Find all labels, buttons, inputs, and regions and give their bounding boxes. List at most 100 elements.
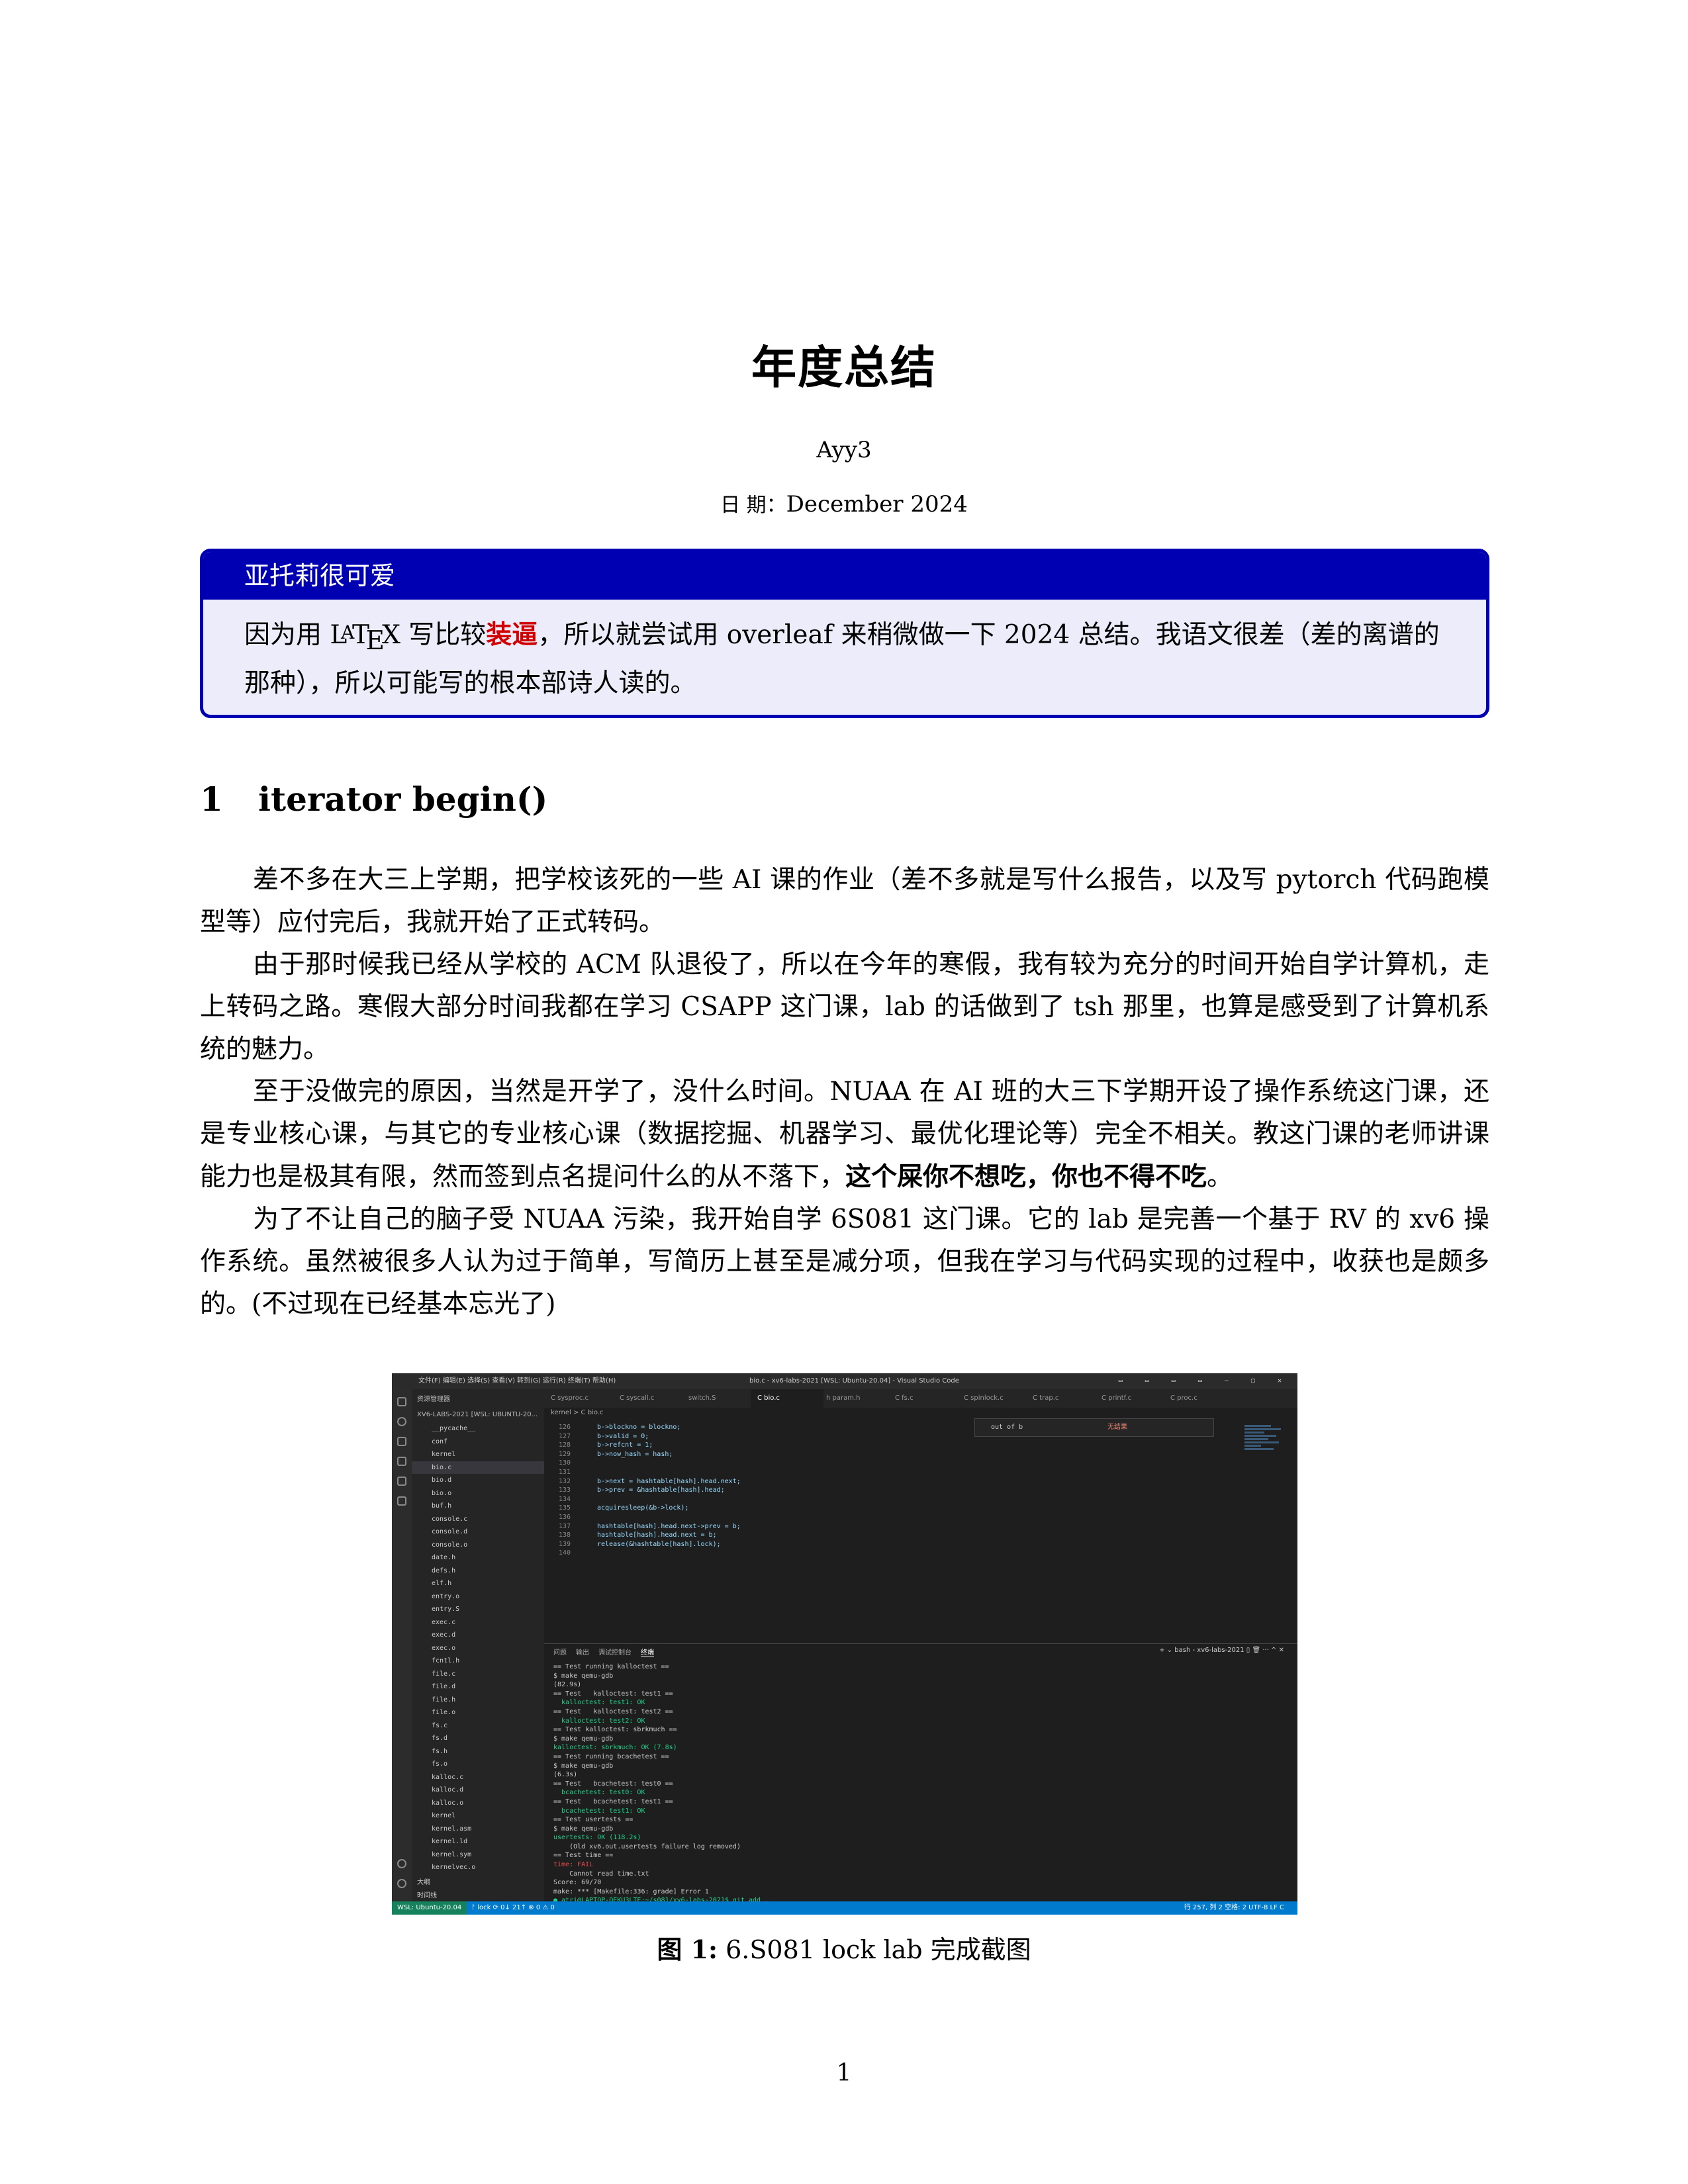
file-item[interactable]: console.o	[412, 1539, 544, 1552]
latex-logo: LATEX	[330, 620, 400, 656]
file-item[interactable]: file.h	[412, 1694, 544, 1707]
line-number: 132	[558, 1477, 571, 1485]
paragraph-3: 至于没做完的原因，当然是开学了，没什么时间。NUAA 在 AI 班的大三下学期开…	[200, 1071, 1489, 1199]
callout-text-mid: 写比较	[400, 620, 487, 651]
file-item[interactable]: exec.c	[412, 1616, 544, 1629]
terminal-line: usertests: OK (118.2s)	[553, 1834, 641, 1842]
terminal-line: kalloctest: test1: OK	[553, 1699, 645, 1707]
section-number: 1	[200, 780, 223, 819]
line-number: 139	[558, 1540, 571, 1548]
callout-text-before: 因为用	[244, 620, 330, 651]
callout-body: 因为用 LATEX 写比较装逼，所以就尝试用 overleaf 来稍微做一下 2…	[203, 600, 1486, 705]
file-item[interactable]: entry.o	[412, 1590, 544, 1604]
code-line: b->now_hash = hash;	[597, 1450, 673, 1458]
file-item[interactable]: bio.d	[412, 1474, 544, 1487]
file-item[interactable]: buf.h	[412, 1500, 544, 1513]
file-item[interactable]: kernelvec.o	[412, 1861, 544, 1874]
file-item[interactable]: kernel	[412, 1809, 544, 1823]
terminal-line: == Test kalloctest: test1 ==	[553, 1690, 673, 1698]
editor-tab[interactable]: C syscall.c	[613, 1389, 686, 1408]
figure-caption-text: 6.S081 lock lab 完成截图	[718, 1935, 1031, 1964]
file-item[interactable]: __pycache__	[412, 1422, 544, 1435]
terminal-line: == Test running kalloctest ==	[553, 1663, 669, 1670]
terminal-line: (6.3s)	[553, 1771, 578, 1779]
code-editor: 126 b->blockno = blockno; 127 b->valid = 0;…	[544, 1418, 1297, 1643]
paragraph-2: 由于那时候我已经从学校的 ACM 队退役了，所以在今年的寒假，我有较为充分的时间…	[200, 950, 1489, 1064]
file-item[interactable]: fs.d	[412, 1732, 544, 1745]
terminal-line: == Test kalloctest: test2 ==	[553, 1707, 673, 1715]
file-item[interactable]: kernel	[412, 1448, 544, 1461]
file-item[interactable]: console.d	[412, 1525, 544, 1539]
timeline-section: 时间线	[417, 1892, 437, 1899]
line-number: 140	[558, 1549, 571, 1557]
date-line: 日 期：December 2024	[0, 488, 1688, 518]
file-item[interactable]: bio.c	[412, 1461, 544, 1474]
file-item[interactable]: date.h	[412, 1551, 544, 1565]
file-item[interactable]: kalloc.c	[412, 1771, 544, 1784]
line-number: 127	[558, 1432, 571, 1440]
file-item[interactable]: fs.h	[412, 1745, 544, 1758]
file-item[interactable]: exec.o	[412, 1642, 544, 1655]
terminal-line: make: *** [Makefile:336: grade] Error 1	[553, 1888, 709, 1895]
terminal-line: == Test bcachetest: test0 ==	[553, 1780, 673, 1788]
remote-explorer-icon	[397, 1496, 406, 1506]
line-number: 136	[558, 1514, 571, 1521]
file-item[interactable]: kalloc.o	[412, 1797, 544, 1810]
editor-tab[interactable]: C printf.c	[1095, 1389, 1168, 1408]
terminal-line: kalloctest: sbrkmuch: OK (7.8s)	[553, 1744, 677, 1752]
code-line: b->refcnt = 1;	[597, 1441, 653, 1449]
file-item[interactable]: kalloc.d	[412, 1784, 544, 1797]
editor-tab[interactable]: C proc.c	[1164, 1389, 1237, 1408]
document-title: 年度总结	[751, 341, 937, 394]
callout-heading: 亚托莉很可爱	[203, 552, 1486, 600]
file-explorer: 资源管理器 XV6-LABS-2021 [WSL: UBUNTU-20... _…	[412, 1389, 544, 1901]
activity-bar	[392, 1389, 412, 1901]
line-number: 133	[558, 1486, 571, 1494]
author: Ayy3	[816, 437, 872, 463]
file-item[interactable]: fs.o	[412, 1758, 544, 1771]
terminal-line: bcachetest: test0: OK	[553, 1789, 645, 1797]
file-item[interactable]: file.c	[412, 1668, 544, 1681]
editor-tab[interactable]: switch.S	[682, 1389, 755, 1408]
file-item[interactable]: file.o	[412, 1706, 544, 1719]
editor-tab[interactable]: h param.h	[820, 1389, 892, 1408]
file-item[interactable]: kernel.ld	[412, 1835, 544, 1848]
code-line: hashtable[hash].head.next = b;	[597, 1531, 717, 1539]
vscode-menu-bar: 文件(F) 编辑(E) 选择(S) 查看(V) 转到(G) 运行(R) 终端(T…	[418, 1377, 616, 1385]
line-number: 131	[558, 1469, 571, 1476]
search-icon	[397, 1417, 406, 1426]
file-item[interactable]: console.c	[412, 1513, 544, 1526]
editor-tab[interactable]: C spinlock.c	[957, 1389, 1030, 1408]
code-line: acquiresleep(&b->lock);	[597, 1504, 689, 1512]
file-item[interactable]: conf	[412, 1435, 544, 1449]
terminal-line: $ make qemu-gdb	[553, 1735, 614, 1743]
file-item[interactable]: fcntl.h	[412, 1655, 544, 1668]
vscode-screenshot: 文件(F) 编辑(E) 选择(S) 查看(V) 转到(G) 运行(R) 终端(T…	[392, 1373, 1297, 1915]
file-item[interactable]: defs.h	[412, 1565, 544, 1578]
window-controls: ▭ ▭ ▭ ▭ — ▢ ✕	[1118, 1377, 1291, 1385]
editor-tab[interactable]: C sysproc.c	[544, 1389, 617, 1408]
file-item[interactable]: kernel.asm	[412, 1823, 544, 1836]
code-line: b->next = hashtable[hash].head.next;	[597, 1477, 741, 1485]
panel-tab[interactable]: 输出	[576, 1649, 589, 1657]
file-item[interactable]: file.d	[412, 1680, 544, 1694]
editor-tab[interactable]: C bio.c	[751, 1389, 823, 1408]
file-item[interactable]: bio.o	[412, 1487, 544, 1500]
editor-tab[interactable]: C trap.c	[1026, 1389, 1099, 1408]
file-item[interactable]: fs.c	[412, 1719, 544, 1733]
code-line: hashtable[hash].head.next->prev = b;	[597, 1522, 741, 1530]
panel-tab[interactable]: 问题	[553, 1649, 567, 1657]
terminal-line: $ make qemu-gdb	[553, 1825, 614, 1833]
file-item[interactable]: exec.d	[412, 1629, 544, 1642]
section-heading: 1 iterator begin()	[200, 780, 547, 819]
find-widget: out of b 无结果	[974, 1418, 1214, 1437]
paragraph-3-bold: 这个屎你不想吃，你也不得不吃	[845, 1161, 1207, 1192]
editor-tab[interactable]: C fs.c	[888, 1389, 961, 1408]
file-item[interactable]: elf.h	[412, 1577, 544, 1590]
file-item[interactable]: kernel.sym	[412, 1848, 544, 1862]
panel-tab[interactable]: 终端	[641, 1649, 654, 1657]
terminal-line: == Test usertests ==	[553, 1816, 633, 1824]
file-item[interactable]: entry.S	[412, 1603, 544, 1616]
find-result: 无结果	[1107, 1424, 1127, 1431]
panel-tab[interactable]: 调试控制台	[598, 1649, 632, 1657]
